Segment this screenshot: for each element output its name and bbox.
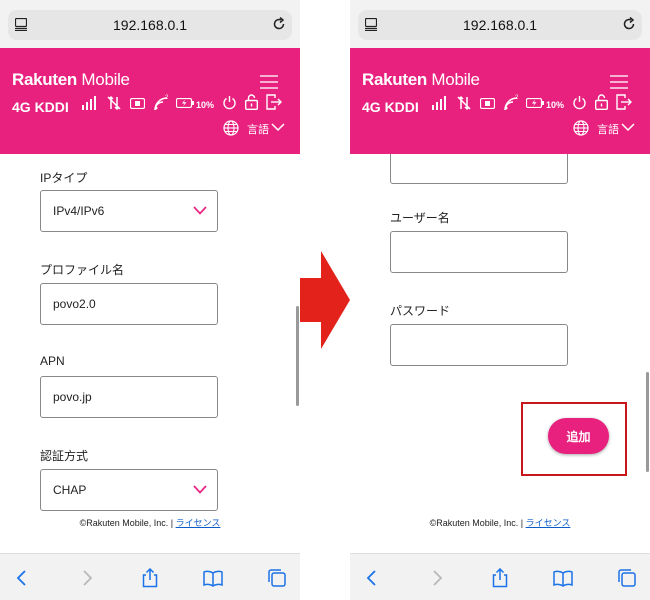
auth-method-label: 認証方式 bbox=[40, 449, 89, 463]
copyright-text: ©Rakuten Mobile, Inc. | bbox=[429, 518, 526, 528]
bookmarks-icon[interactable] bbox=[553, 568, 573, 588]
chevron-down-icon[interactable] bbox=[271, 122, 285, 132]
scrollbar[interactable] bbox=[296, 306, 299, 406]
back-icon[interactable] bbox=[362, 568, 382, 588]
profile-name-input[interactable]: povo2.0 bbox=[40, 283, 218, 325]
sim-card-icon bbox=[130, 98, 145, 109]
add-button[interactable]: 追加 bbox=[548, 418, 609, 454]
apn-label: APN bbox=[40, 354, 65, 368]
password-input[interactable] bbox=[390, 324, 568, 366]
scrollbar[interactable] bbox=[646, 372, 649, 472]
rakuten-mobile-logo: Rakuten Mobile bbox=[12, 70, 130, 89]
apn-input[interactable]: povo.jp bbox=[40, 376, 218, 418]
auth-method-select[interactable]: CHAP bbox=[40, 469, 218, 511]
footer: ©Rakuten Mobile, Inc. | ライセンス bbox=[350, 516, 650, 529]
hamburger-menu-icon[interactable] bbox=[610, 75, 628, 89]
browser-address-bar: 192.168.0.1 bbox=[350, 0, 650, 48]
browser-address-bar: 192.168.0.1 bbox=[0, 0, 300, 48]
auth-method-value: CHAP bbox=[53, 483, 87, 497]
data-disabled-icon bbox=[457, 95, 471, 111]
license-link[interactable]: ライセンス bbox=[176, 518, 221, 528]
app-header: Rakuten Mobile 4G KDDI 2 10% 言語 bbox=[0, 48, 300, 154]
svg-text:2: 2 bbox=[165, 95, 169, 101]
forward-icon[interactable] bbox=[427, 568, 447, 588]
unlock-icon[interactable] bbox=[595, 94, 608, 110]
browser-toolbar bbox=[350, 553, 650, 600]
bookmarks-icon[interactable] bbox=[203, 568, 223, 588]
forward-icon[interactable] bbox=[77, 568, 97, 588]
chevron-down-icon bbox=[193, 485, 207, 494]
share-icon[interactable] bbox=[140, 568, 160, 588]
settings-form: IPタイプ IPv4/IPv6 プロファイル名 povo2.0 APN povo… bbox=[0, 154, 300, 554]
battery-level: 10% bbox=[546, 100, 565, 110]
license-link[interactable]: ライセンス bbox=[526, 518, 571, 528]
svg-text:2: 2 bbox=[515, 95, 519, 101]
network-label: 4G KDDI bbox=[362, 99, 419, 115]
signal-bars-icon bbox=[432, 96, 446, 110]
ip-type-value: IPv4/IPv6 bbox=[53, 204, 105, 218]
ip-type-label: IPタイプ bbox=[40, 171, 88, 185]
url-text[interactable]: 192.168.0.1 bbox=[0, 17, 300, 33]
screenshot-before: 192.168.0.1 Rakuten Mobile 4G KDDI 2 10%… bbox=[0, 0, 300, 600]
network-label: 4G KDDI bbox=[12, 99, 69, 115]
power-icon[interactable] bbox=[222, 95, 237, 110]
share-icon[interactable] bbox=[490, 568, 510, 588]
logout-icon[interactable] bbox=[266, 94, 283, 110]
reload-icon[interactable] bbox=[622, 17, 636, 31]
wifi-clients-icon: 2 bbox=[504, 95, 519, 110]
username-input[interactable] bbox=[390, 231, 568, 273]
tabs-icon[interactable] bbox=[267, 568, 287, 588]
copyright-text: ©Rakuten Mobile, Inc. | bbox=[79, 518, 176, 528]
chevron-down-icon[interactable] bbox=[621, 122, 635, 132]
password-label: パスワード bbox=[390, 304, 451, 318]
rakuten-mobile-logo: Rakuten Mobile bbox=[362, 70, 480, 89]
settings-form: ユーザー名 パスワード 追加 bbox=[350, 154, 650, 554]
battery-icon bbox=[176, 98, 194, 108]
footer: ©Rakuten Mobile, Inc. | ライセンス bbox=[0, 516, 300, 529]
signal-bars-icon bbox=[82, 96, 96, 110]
language-selector[interactable]: 言語 bbox=[597, 121, 619, 137]
profile-name-value: povo2.0 bbox=[53, 297, 96, 311]
sim-card-icon bbox=[480, 98, 495, 109]
tabs-icon[interactable] bbox=[617, 568, 637, 588]
url-text[interactable]: 192.168.0.1 bbox=[350, 17, 650, 33]
browser-toolbar bbox=[0, 553, 300, 600]
username-label: ユーザー名 bbox=[390, 211, 450, 225]
battery-level: 10% bbox=[196, 100, 215, 110]
unlock-icon[interactable] bbox=[245, 94, 258, 110]
ip-type-select[interactable]: IPv4/IPv6 bbox=[40, 190, 218, 232]
back-icon[interactable] bbox=[12, 568, 32, 588]
globe-icon[interactable] bbox=[223, 120, 239, 136]
reload-icon[interactable] bbox=[272, 17, 286, 31]
screenshot-after: 192.168.0.1 Rakuten Mobile 4G KDDI 2 10%… bbox=[350, 0, 650, 600]
globe-icon[interactable] bbox=[573, 120, 589, 136]
data-disabled-icon bbox=[107, 95, 121, 111]
wifi-clients-icon: 2 bbox=[154, 95, 169, 110]
hamburger-menu-icon[interactable] bbox=[260, 75, 278, 89]
apn-value: povo.jp bbox=[53, 390, 92, 404]
language-selector[interactable]: 言語 bbox=[247, 121, 269, 137]
power-icon[interactable] bbox=[572, 95, 587, 110]
auth-method-select-partial[interactable] bbox=[390, 154, 568, 184]
battery-icon bbox=[526, 98, 544, 108]
transition-arrow-icon bbox=[300, 251, 350, 349]
app-header: Rakuten Mobile 4G KDDI 2 10% 言語 bbox=[350, 48, 650, 154]
profile-name-label: プロファイル名 bbox=[40, 263, 125, 277]
chevron-down-icon bbox=[193, 206, 207, 215]
logout-icon[interactable] bbox=[616, 94, 633, 110]
